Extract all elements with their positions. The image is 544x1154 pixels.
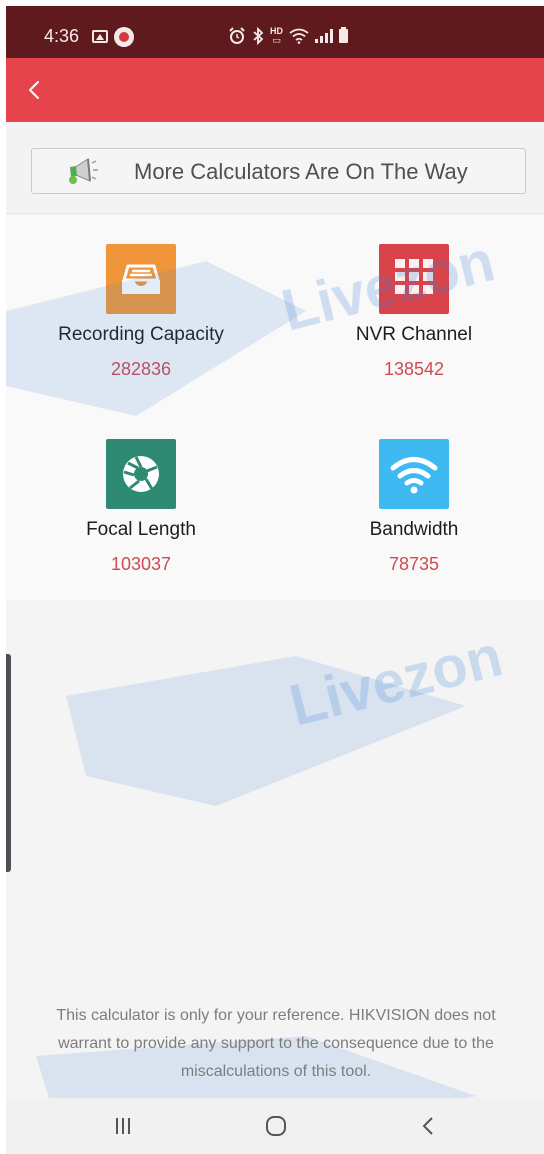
status-icons: HD ▭	[228, 26, 348, 46]
gallery-icon	[92, 30, 108, 43]
megaphone-icon	[69, 158, 98, 184]
more-calculators-banner[interactable]: More Calculators Are On The Way	[31, 148, 526, 194]
calculator-label: Bandwidth	[369, 519, 459, 540]
app-notification-icon	[114, 27, 134, 47]
bandwidth-tile	[379, 439, 449, 509]
calculator-label: NVR Channel	[355, 324, 473, 345]
aperture-icon	[123, 456, 159, 492]
status-bar: 4:36 HD ▭	[6, 6, 544, 58]
status-time: 4:36	[44, 26, 80, 46]
hd-voice-icon: HD ▭	[270, 26, 283, 45]
disclaimer-text: This calculator is only for your referen…	[56, 1007, 496, 1080]
calculator-count: 103037	[110, 554, 172, 574]
edge-panel-handle[interactable]	[6, 654, 11, 872]
inbox-tray-icon	[122, 264, 160, 294]
calculator-nvr-channel[interactable]: NVR Channel 138542	[294, 223, 534, 393]
back-icon[interactable]	[416, 1114, 442, 1138]
system-nav-bar	[6, 1098, 544, 1154]
calculator-bandwidth[interactable]: Bandwidth 78735	[294, 418, 534, 588]
calculator-count: 282836	[110, 359, 172, 379]
calculator-count: 78735	[388, 554, 440, 574]
calculator-focal-length[interactable]: Focal Length 103037	[21, 418, 261, 588]
calculator-count: 138542	[383, 359, 445, 379]
signal-icon	[315, 29, 333, 43]
app-header	[6, 58, 544, 122]
battery-icon	[339, 27, 348, 43]
banner-label: More Calculators Are On The Way	[134, 159, 468, 184]
banner-area: More Calculators Are On The Way	[6, 122, 544, 214]
watermark-text: Livezon	[283, 623, 508, 738]
recording-capacity-tile	[106, 244, 176, 314]
calculator-grid: Recording Capacity 282836 NVR Channel 13…	[6, 215, 544, 600]
alarm-icon	[229, 27, 245, 44]
recents-icon[interactable]	[110, 1114, 136, 1138]
home-icon[interactable]	[263, 1114, 289, 1138]
wifi-icon	[390, 457, 438, 494]
focal-length-tile	[106, 439, 176, 509]
wifi-icon	[289, 28, 309, 44]
hd-label: HD	[270, 26, 283, 36]
nvr-channel-tile	[379, 244, 449, 314]
calculator-recording-capacity[interactable]: Recording Capacity 282836	[21, 223, 261, 393]
calculator-label: Focal Length	[86, 519, 196, 540]
grid-icon	[395, 259, 433, 294]
chevron-left-icon[interactable]	[26, 80, 42, 100]
app-screen: 4:36 HD ▭ More Calculators Are On The Wa…	[6, 6, 544, 1154]
bluetooth-icon	[253, 27, 264, 45]
calculator-label: Recording Capacity	[58, 324, 224, 345]
